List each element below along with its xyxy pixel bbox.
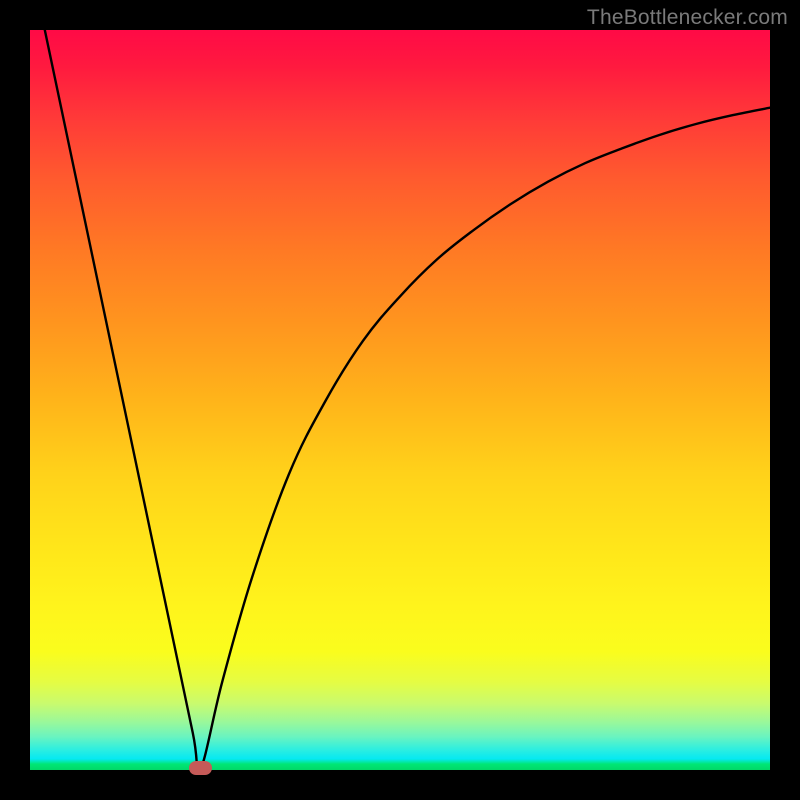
plot-area xyxy=(30,30,770,770)
watermark-text: TheBottlenecker.com xyxy=(587,6,788,30)
bottleneck-curve xyxy=(30,30,770,770)
minimum-marker xyxy=(189,761,212,775)
chart-frame: TheBottlenecker.com xyxy=(0,0,800,800)
